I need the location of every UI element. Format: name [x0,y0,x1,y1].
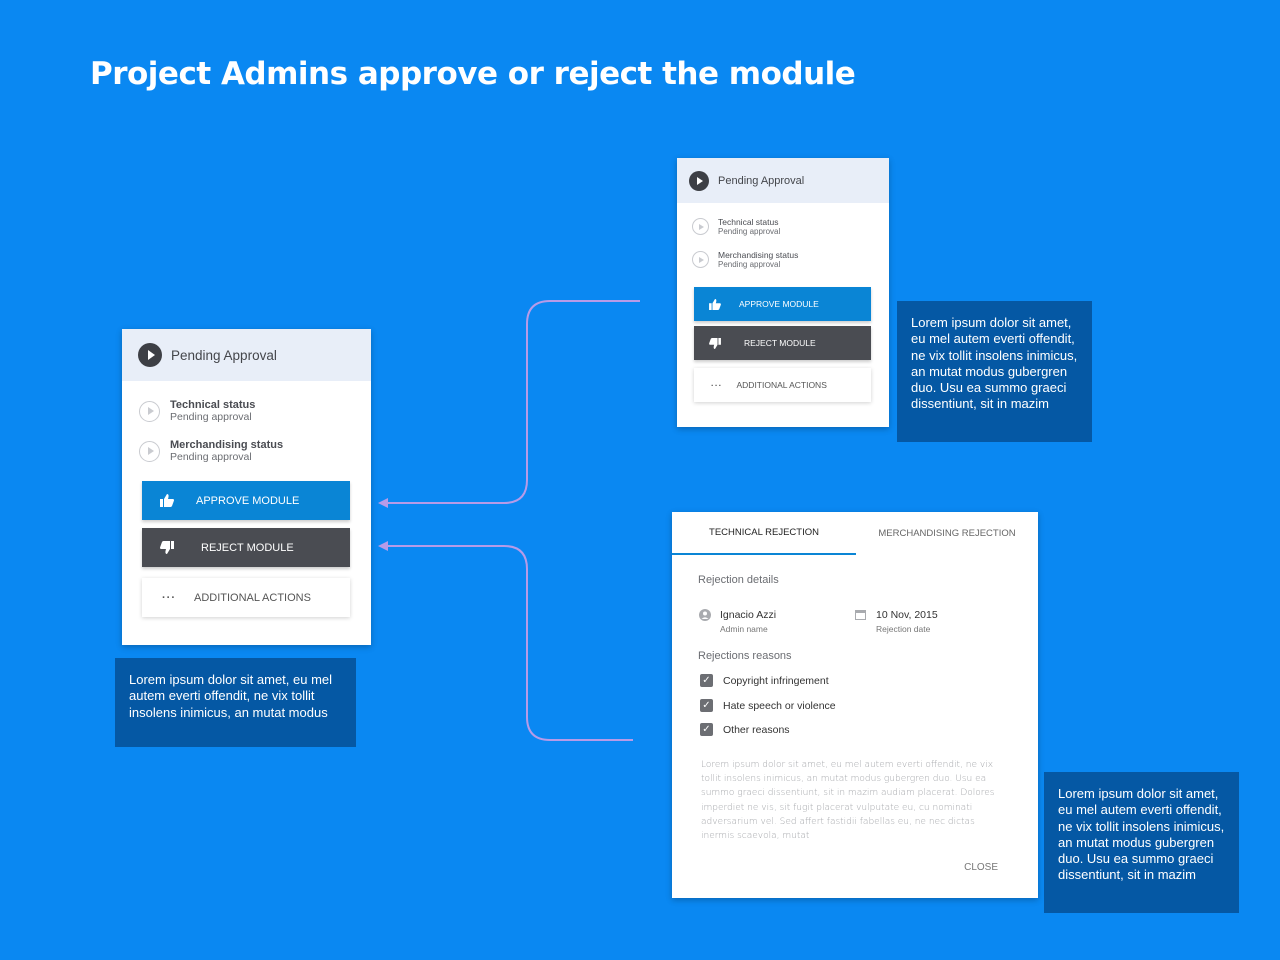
reason-copyright[interactable]: ✓ Copyright infringement [700,674,829,687]
reason-other[interactable]: ✓ Other reasons [700,723,790,736]
arrow-head-approve [378,498,388,508]
more-label: ADDITIONAL ACTIONS [194,591,311,604]
status-sub: Pending approval [170,411,252,423]
status-play-icon [692,251,709,268]
reason-label: Hate speech or violence [723,699,836,712]
card-header: Pending Approval [677,158,889,203]
approval-card-small: Pending Approval Technical status Pendin… [677,158,889,427]
technical-status: Technical status Pending approval [692,217,780,236]
note-bottom-right: Lorem ipsum dolor sit amet, eu mel autem… [1044,772,1239,913]
status-sub: Pending approval [718,260,781,269]
card-header-label: Pending Approval [718,174,805,187]
note-left: Lorem ipsum dolor sit amet, eu mel autem… [115,658,356,747]
reject-label: REJECT MODULE [744,338,816,348]
connector-approve [382,300,640,504]
calendar-icon [855,610,866,620]
status-title: Merchandising status [718,250,799,260]
status-play-icon [139,400,160,422]
status-title: Technical status [718,217,779,227]
merchandising-status: Merchandising status Pending approval [692,250,798,269]
reject-label: REJECT MODULE [201,541,294,554]
status-sub: Pending approval [718,227,781,236]
person-icon [699,609,711,621]
rejection-comment: Lorem ipsum dolor sit amet, eu mel autem… [701,760,995,842]
status-title: Merchandising status [170,439,284,451]
rejection-reasons-label: Rejections reasons [698,650,792,662]
additional-actions-button[interactable]: ··· ADDITIONAL ACTIONS [694,368,871,402]
reject-module-button[interactable]: REJECT MODULE [142,528,350,567]
additional-actions-button[interactable]: ··· ADDITIONAL ACTIONS [142,578,350,617]
rejection-details-label: Rejection details [698,574,779,586]
close-button[interactable]: CLOSE [964,862,998,873]
status-play-icon [692,218,709,235]
checkbox-checked-icon[interactable]: ✓ [700,723,713,736]
approval-card-large: Pending Approval Technical status Pendin… [122,329,371,645]
status-title: Technical status [170,399,256,411]
checkbox-checked-icon[interactable]: ✓ [700,674,713,687]
approve-module-button[interactable]: APPROVE MODULE [142,481,350,520]
more-icon: ··· [711,380,723,390]
note-top-right: Lorem ipsum dolor sit amet, eu mel autem… [897,301,1092,442]
reason-hate-speech[interactable]: ✓ Hate speech or violence [700,699,836,712]
merchandising-status: Merchandising status Pending approval [139,439,283,463]
thumbs-up-icon [709,298,721,310]
tab-merchandising-rejection[interactable]: MERCHANDISING REJECTION [856,512,1038,555]
admin-name: Ignacio Azzi [720,609,777,621]
checkbox-checked-icon[interactable]: ✓ [700,699,713,712]
reason-label: Other reasons [723,723,790,736]
more-icon: ··· [162,591,176,604]
thumbs-down-icon [709,337,721,349]
arrow-head-reject [378,541,388,551]
thumbs-up-icon [160,494,174,507]
card-header-label: Pending Approval [171,347,277,363]
status-sub: Pending approval [170,451,252,463]
date-info: 10 Nov, 2015 Rejection date [855,609,938,634]
rejection-date-label: Rejection date [876,624,931,634]
approve-label: APPROVE MODULE [739,299,819,309]
rejection-dialog: TECHNICAL REJECTION MERCHANDISING REJECT… [672,512,1038,898]
play-icon [138,343,162,367]
thumbs-down-icon [160,541,174,554]
play-icon [689,170,709,191]
reject-module-button[interactable]: REJECT MODULE [694,326,871,360]
rejection-date: 10 Nov, 2015 [876,609,938,621]
tab-technical-rejection[interactable]: TECHNICAL REJECTION [672,512,856,555]
admin-name-label: Admin name [720,624,768,634]
more-label: ADDITIONAL ACTIONS [736,380,827,390]
status-play-icon [139,440,160,462]
connector-reject [382,545,633,741]
approve-label: APPROVE MODULE [196,494,300,507]
reason-label: Copyright infringement [723,674,829,687]
admin-info: Ignacio Azzi Admin name [699,609,776,634]
card-header: Pending Approval [122,329,371,381]
technical-status: Technical status Pending approval [139,399,255,423]
approve-module-button[interactable]: APPROVE MODULE [694,287,871,321]
rejection-tabs: TECHNICAL REJECTION MERCHANDISING REJECT… [672,512,1038,555]
